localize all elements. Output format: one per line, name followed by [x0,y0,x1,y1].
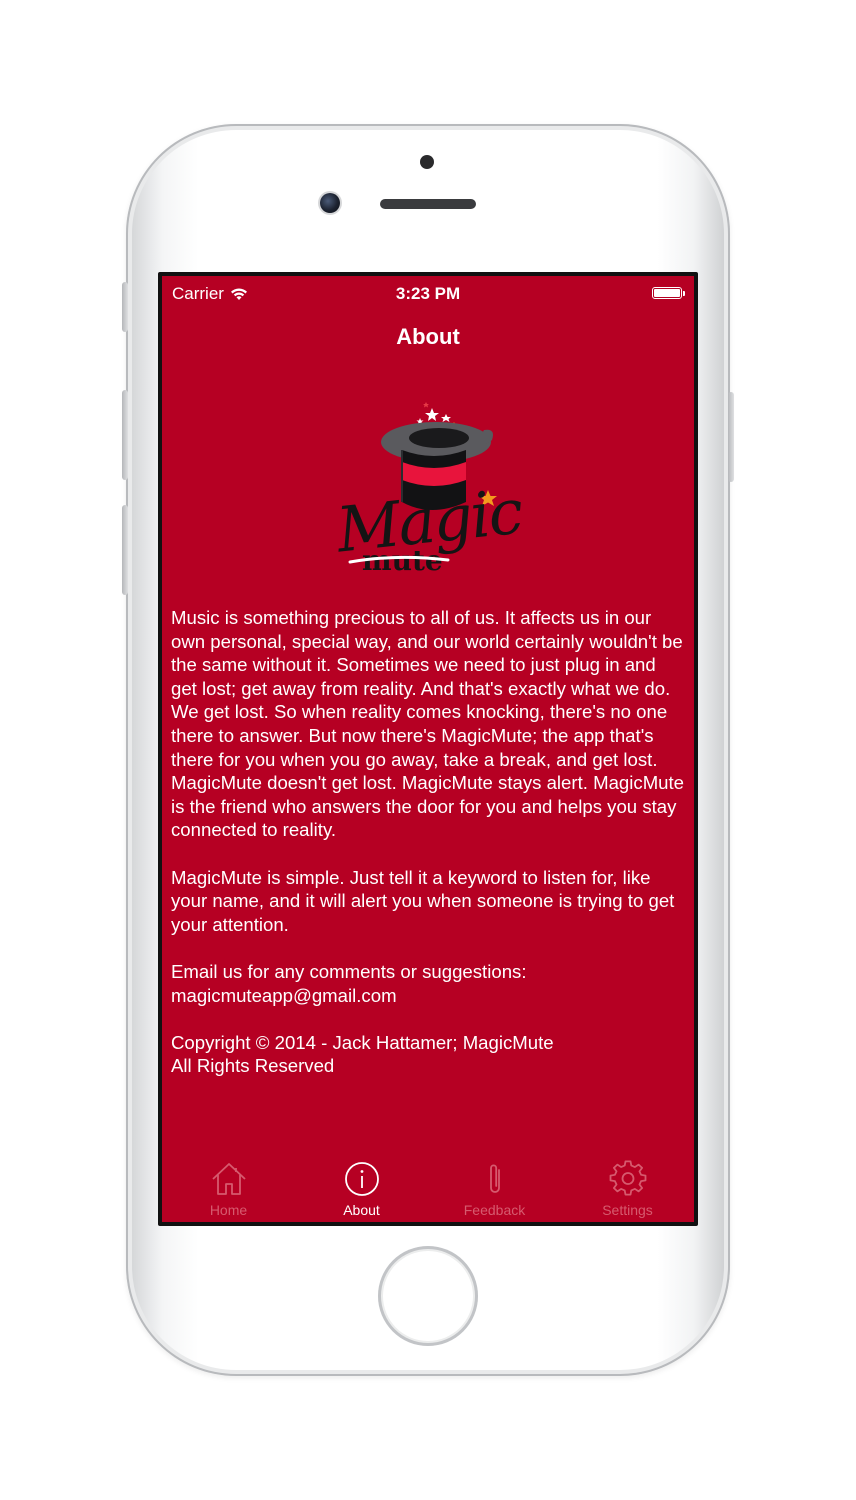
star-icon [441,414,451,422]
earpiece-speaker [380,199,476,209]
email-prompt: Email us for any comments or suggestions… [171,960,527,982]
rights-text: All Rights Reserved [171,1055,335,1077]
magicmute-logo: Magic mute [336,402,526,574]
copyright-text: Copyright © 2014 - Jack Hattamer; MagicM… [171,1031,554,1053]
about-screen: Carrier 3:23 PM About Magic mute Music i… [162,276,694,1222]
paperclip-icon [489,1164,500,1193]
star-icon [425,408,439,421]
phone-screen: Carrier 3:23 PM About Magic mute Music i… [158,272,698,1226]
battery-full-icon [652,287,685,299]
copyright-block: Copyright © 2014 - Jack Hattamer; MagicM… [171,1031,685,1078]
tab-label: About [343,1202,380,1218]
tab-home[interactable]: Home [162,1152,295,1222]
tab-label: Feedback [463,1202,526,1218]
status-bar: Carrier 3:23 PM [162,276,694,312]
email-link[interactable]: magicmuteapp@gmail.com [171,985,397,1006]
tab-bar: Home About Feedback Settings [162,1152,694,1222]
tab-label: Settings [602,1202,653,1218]
about-paragraph: Music is something precious to all of us… [171,607,685,841]
mute-switch [122,282,128,332]
tab-label: Home [209,1202,248,1218]
tab-feedback[interactable]: Feedback [428,1152,561,1222]
proximity-sensor [420,155,434,169]
home-button[interactable] [378,1246,478,1346]
device-stage: Carrier 3:23 PM About Magic mute Music i… [0,0,856,1500]
status-time: 3:23 PM [395,284,461,303]
contact-block: Email us for any comments or suggestions… [171,960,685,1007]
tab-about[interactable]: About [295,1152,428,1222]
about-paragraph: MagicMute is simple. Just tell it a keyw… [171,866,675,935]
volume-up-button [122,390,128,480]
star-icon [423,402,429,408]
about-description: Music is something precious to all of us… [171,606,685,1101]
power-button [728,392,734,482]
page-title: About [396,324,460,349]
info-icon [344,1162,379,1196]
home-icon [211,1163,246,1195]
tab-settings[interactable]: Settings [561,1152,694,1222]
front-camera [320,193,340,213]
gear-icon [609,1160,646,1196]
volume-down-button [122,505,128,595]
